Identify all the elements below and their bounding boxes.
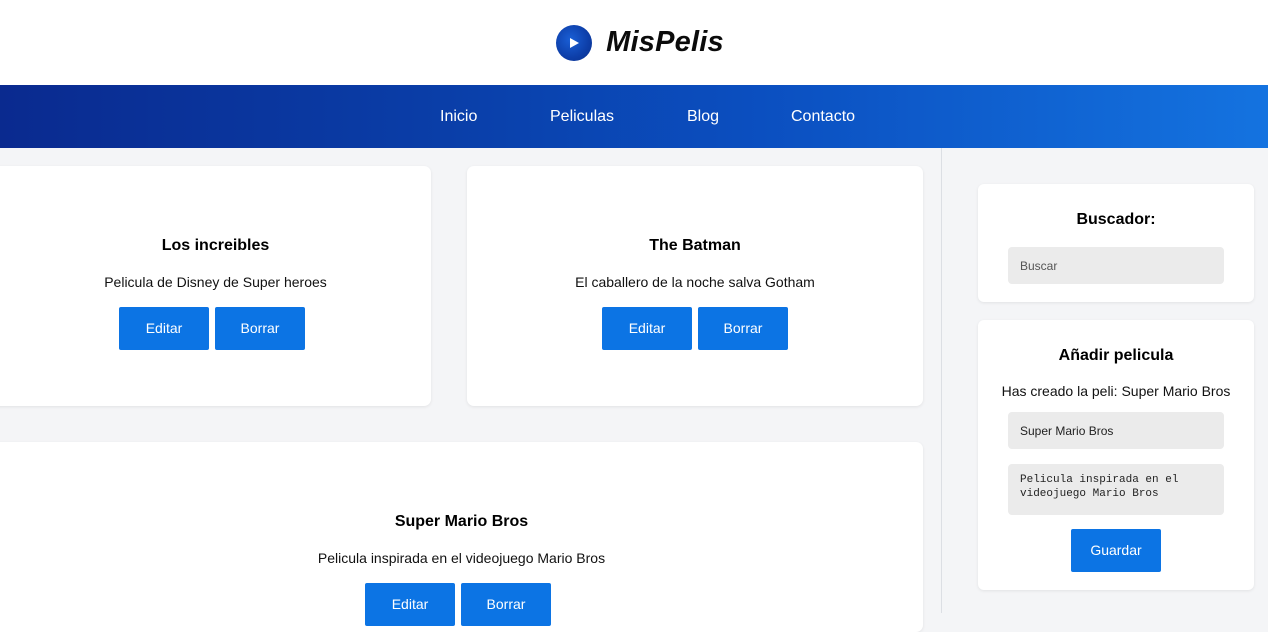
search-title: Buscador: (1076, 211, 1156, 228)
sidebar-divider (941, 148, 942, 613)
save-button[interactable]: Guardar (1071, 529, 1161, 572)
nav-item-peliculas[interactable]: Peliculas (550, 85, 614, 148)
nav-item-inicio[interactable]: Inicio (440, 85, 477, 148)
delete-button[interactable]: Borrar (461, 583, 551, 626)
play-icon (556, 24, 593, 61)
movie-title: Los increibles (161, 237, 270, 254)
brand-name: MisPelis (606, 26, 724, 58)
main-nav: Inicio Peliculas Blog Contacto (0, 85, 1268, 148)
created-message: Has creado la peli: Super Mario Bros (1001, 383, 1231, 399)
movie-card: Super Mario Bros Pelicula inspirada en e… (0, 442, 923, 632)
movie-title: The Batman (649, 237, 741, 254)
movie-card: Los increibles Pelicula de Disney de Sup… (0, 166, 431, 406)
nav-item-contacto[interactable]: Contacto (791, 85, 855, 148)
edit-button[interactable]: Editar (119, 307, 209, 350)
search-input[interactable] (1008, 247, 1224, 284)
nav-item-blog[interactable]: Blog (687, 85, 719, 148)
edit-button[interactable]: Editar (365, 583, 455, 626)
movie-title: Super Mario Bros (394, 513, 529, 530)
site-header: MisPelis (0, 0, 1268, 85)
delete-button[interactable]: Borrar (698, 307, 788, 350)
edit-button[interactable]: Editar (602, 307, 692, 350)
movie-description: Pelicula inspirada en el videojuego Mari… (317, 550, 606, 566)
movie-description-field[interactable]: Pelicula inspirada en el videojuego Mari… (1008, 464, 1224, 515)
add-movie-title: Añadir pelicula (1058, 347, 1174, 364)
logo[interactable]: MisPelis (556, 24, 724, 61)
movie-card: The Batman El caballero de la noche salv… (467, 166, 923, 406)
search-widget: Buscador: (978, 184, 1254, 302)
delete-button[interactable]: Borrar (215, 307, 305, 350)
movie-description: El caballero de la noche salva Gotham (575, 274, 815, 290)
movie-title-field[interactable] (1008, 412, 1224, 449)
add-movie-widget: Añadir pelicula Has creado la peli: Supe… (978, 320, 1254, 590)
movie-description: Pelicula de Disney de Super heroes (104, 274, 327, 290)
